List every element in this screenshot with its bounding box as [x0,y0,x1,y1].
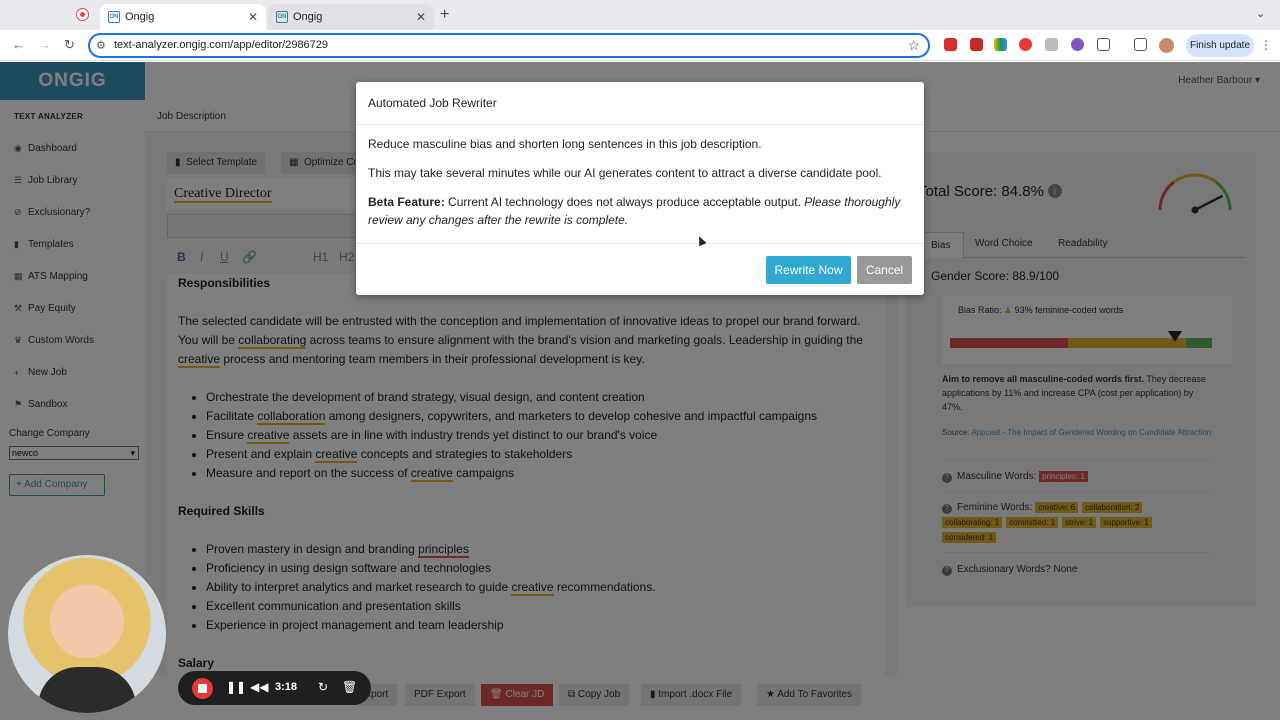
chevron-down-icon[interactable]: ⌄ [1256,7,1265,20]
modal-line-1: Reduce masculine bias and shorten long s… [368,137,762,151]
recording-indicator-icon [76,8,89,21]
rewind-icon[interactable]: ◀◀ [250,680,268,694]
beta-label: Beta Feature: [368,195,445,209]
extension-icon[interactable] [1019,38,1032,51]
close-tab-icon[interactable]: ✕ [248,10,258,24]
profile-avatar[interactable] [1159,38,1174,53]
reload-icon[interactable]: ↻ [64,37,75,53]
ongig-favicon-icon: ON [276,11,288,23]
camera-extension-icon[interactable] [1045,38,1058,51]
url-field[interactable]: ⚙ text-analyzer.ongig.com/app/editor/298… [88,33,930,58]
tab-title: Ongig [293,11,323,23]
extension-icon[interactable] [994,38,1007,51]
modal-title: Automated Job Rewriter [368,96,497,110]
extension-icon[interactable] [944,38,957,51]
tab-title: Ongig [125,11,155,23]
recorder-controls: ❚❚ ◀◀ 3:18 ↻ 🗑 [178,671,371,705]
back-icon[interactable]: ← [12,37,25,52]
browser-address-bar: ← → ↻ ⚙ text-analyzer.ongig.com/app/edit… [0,30,1280,61]
rewrite-now-button[interactable]: Rewrite Now [766,256,851,284]
divider [356,124,924,125]
forward-icon[interactable]: → [38,37,51,52]
extensions-puzzle-icon[interactable] [1097,38,1110,51]
modal-beta-note: Beta Feature: Current AI technology does… [368,193,916,229]
delete-recording-icon[interactable]: 🗑 [342,680,357,694]
modal-line-2: This may take several minutes while our … [368,166,882,180]
webcam-bubble[interactable] [8,555,166,713]
ongig-favicon-icon: ON [108,11,120,23]
more-menu-icon[interactable]: ⋮ [1260,38,1272,52]
cancel-button[interactable]: Cancel [857,256,912,284]
rewriter-modal: Automated Job Rewriter Reduce masculine … [356,82,924,295]
beta-text: Current AI technology does not always pr… [444,195,805,209]
extension-icon[interactable] [1071,38,1084,51]
pause-icon[interactable]: ❚❚ [226,680,246,694]
restart-icon[interactable]: ↻ [318,680,328,694]
site-settings-icon[interactable]: ⚙ [96,39,106,52]
bookmark-star-icon[interactable]: ☆ [907,37,920,54]
recording-time: 3:18 [275,681,298,693]
app-root: ON Ongig ✕ ON Ongig ✕ + ⌄ ← → ↻ ⚙ text-a… [0,0,1280,720]
webcam-person [38,667,136,713]
url-text: text-analyzer.ongig.com/app/editor/29867… [114,39,329,51]
extension-icon[interactable] [970,38,983,51]
divider [356,243,924,244]
browser-tab-inactive[interactable]: ON Ongig ✕ [268,4,434,30]
new-tab-icon[interactable]: + [440,6,449,24]
finish-update-button[interactable]: Finish update [1186,34,1254,57]
close-tab-icon[interactable]: ✕ [416,10,426,24]
stop-recording-button[interactable] [192,678,213,699]
browser-tab-bar: ON Ongig ✕ ON Ongig ✕ + ⌄ [0,0,1280,30]
side-panel-icon[interactable] [1134,38,1147,51]
browser-tab-active[interactable]: ON Ongig ✕ [100,4,266,30]
